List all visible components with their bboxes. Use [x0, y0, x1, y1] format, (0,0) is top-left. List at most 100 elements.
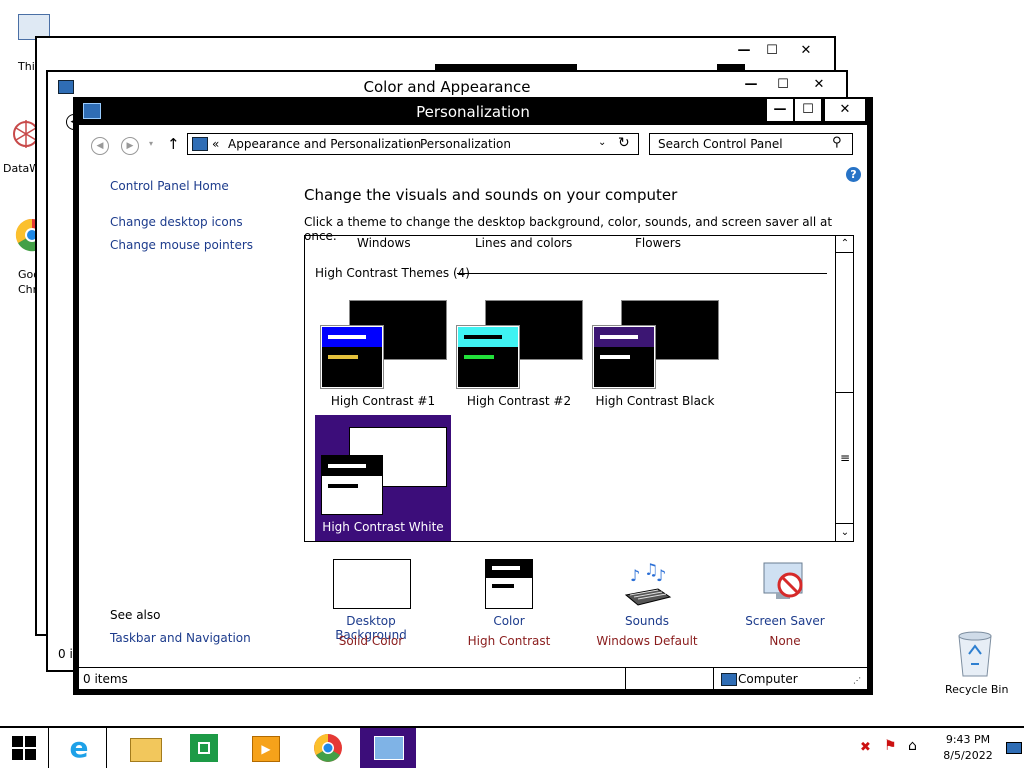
theme-high-contrast-1[interactable]: High Contrast #1	[315, 298, 451, 412]
taskbar-internet-explorer[interactable]: e	[50, 728, 107, 768]
breadcrumb-personalization[interactable]: Personalization	[420, 137, 511, 151]
theme-label: High Contrast White	[322, 520, 444, 534]
color-preview-bar	[492, 566, 520, 570]
recycle-bin-icon	[958, 631, 992, 677]
item-count: 0 items	[83, 672, 128, 686]
computer-icon	[721, 673, 737, 686]
sounds-value: Windows Default	[596, 634, 698, 648]
scroll-thumb[interactable]: ≡	[836, 392, 853, 524]
theme-high-contrast-white[interactable]: High Contrast White	[315, 415, 451, 541]
maximize-button[interactable]: ☐	[770, 74, 796, 96]
maximize-button[interactable]: ☐	[795, 99, 821, 121]
show-desktop-icon[interactable]	[1006, 742, 1022, 754]
up-button[interactable]: ↑	[167, 135, 180, 153]
color-link[interactable]: Color	[449, 614, 569, 628]
store-icon	[190, 734, 218, 762]
sounds-setting[interactable]: ♪ ♫ ♪ Sounds Windows Default	[587, 559, 707, 649]
close-button[interactable]: ✕	[825, 99, 865, 121]
screen-saver-link[interactable]: Screen Saver	[725, 614, 845, 628]
desktop-icon-label: Recycle Bin	[945, 683, 1009, 696]
color-setting[interactable]: Color High Contrast	[449, 559, 569, 649]
taskbar-chrome[interactable]	[300, 728, 356, 768]
scroll-up-button[interactable]: ⌃	[836, 236, 853, 253]
close-button[interactable]: ✕	[793, 40, 819, 62]
refresh-icon[interactable]: ↻	[618, 135, 630, 151]
change-desktop-icons-link[interactable]: Change desktop icons	[110, 215, 243, 229]
theme-preview-bar	[464, 335, 502, 339]
desktop-icon-datawrapper[interactable]: DataW	[0, 110, 40, 180]
theme-label-flowers[interactable]: Flowers	[635, 236, 681, 250]
sounds-icon: ♪ ♫ ♪	[624, 560, 672, 606]
solid-color-swatch	[333, 559, 411, 609]
forward-button[interactable]: ▶	[121, 137, 139, 155]
address-dropdown-icon[interactable]: ⌄	[598, 137, 606, 148]
status-location: Computer	[738, 672, 798, 686]
change-mouse-pointers-link[interactable]: Change mouse pointers	[110, 238, 253, 252]
control-panel-home-link[interactable]: Control Panel Home	[110, 179, 229, 193]
address-bar[interactable]: « Appearance and Personalization › Perso…	[187, 133, 639, 155]
scroll-down-button[interactable]: ⌄	[836, 524, 853, 541]
taskbar-media-player[interactable]: ▶	[238, 728, 294, 768]
folder-icon	[130, 738, 162, 762]
clock-time: 9:43 PM	[945, 733, 991, 746]
theme-preview-window	[592, 325, 656, 389]
window-title: Personalization	[416, 103, 530, 121]
start-button[interactable]	[0, 728, 49, 768]
resize-grip-icon[interactable]: ⋰	[853, 676, 861, 685]
theme-high-contrast-black[interactable]: High Contrast Black	[587, 298, 723, 412]
desktop-icon-recycle-bin[interactable]: Recycle Bin	[940, 630, 1010, 700]
sounds-link[interactable]: Sounds	[587, 614, 707, 628]
personalization-window[interactable]: Personalization — ☐ ✕ ◀ ▶ ▾ ↑ « Appearan…	[73, 97, 873, 695]
breadcrumb-separator[interactable]: ›	[406, 137, 411, 151]
theme-high-contrast-2[interactable]: High Contrast #2	[451, 298, 587, 412]
internet-explorer-icon: e	[69, 731, 89, 764]
minimize-button[interactable]: —	[767, 99, 793, 121]
clock-date: 8/5/2022	[943, 749, 993, 762]
breadcrumb-appearance[interactable]: Appearance and Personalization	[228, 137, 421, 151]
help-icon[interactable]: ?	[846, 167, 861, 182]
search-box[interactable]: Search Control Panel ⚲	[649, 133, 853, 155]
recent-pages-dropdown[interactable]: ▾	[149, 139, 153, 148]
theme-preview-bar	[328, 355, 358, 359]
theme-preview-bar	[464, 355, 494, 359]
theme-label-windows[interactable]: Windows	[357, 236, 411, 250]
minimize-button[interactable]: —	[738, 74, 764, 96]
search-icon[interactable]: ⚲	[832, 135, 842, 150]
desktop-background-setting[interactable]: Desktop Background Solid Color	[309, 559, 433, 649]
minimize-button[interactable]: —	[731, 40, 757, 62]
client-area: ◀ ▶ ▾ ↑ « Appearance and Personalization…	[79, 125, 867, 690]
theme-label: High Contrast #2	[466, 394, 572, 408]
status-divider	[713, 668, 714, 690]
screen-saver-setting[interactable]: Screen Saver None	[725, 559, 845, 649]
chrome-icon	[314, 734, 342, 762]
theme-preview-bar	[328, 464, 366, 468]
back-button[interactable]: ◀	[91, 137, 109, 155]
clock[interactable]: 9:43 PM 8/5/2022	[936, 732, 1000, 766]
theme-label-lines-colors[interactable]: Lines and colors	[475, 236, 572, 250]
theme-preview-bar	[328, 484, 358, 488]
breadcrumb-chevron[interactable]: «	[212, 137, 219, 151]
color-value: High Contrast	[467, 634, 551, 648]
taskbar-control-panel[interactable]	[360, 728, 416, 768]
control-panel-icon	[192, 137, 208, 151]
theme-preview-window	[456, 325, 520, 389]
close-button[interactable]: ✕	[806, 74, 832, 96]
taskbar-store[interactable]	[178, 728, 234, 768]
network-icon[interactable]: ✖	[860, 740, 878, 756]
search-placeholder: Search Control Panel	[658, 137, 783, 151]
maximize-button[interactable]: ☐	[759, 40, 785, 62]
theme-list[interactable]: Windows Lines and colors Flowers High Co…	[304, 235, 854, 542]
taskbar-navigation-link[interactable]: Taskbar and Navigation	[110, 631, 251, 645]
theme-list-scrollbar[interactable]: ⌃ ≡ ⌄	[835, 236, 853, 541]
media-player-icon: ▶	[252, 736, 280, 762]
group-header: High Contrast Themes (4)	[315, 266, 470, 280]
volume-icon[interactable]: ⌂	[908, 738, 926, 756]
theme-preview-window	[320, 325, 384, 389]
store-icon-grid	[198, 742, 210, 754]
taskbar-file-explorer[interactable]	[118, 728, 174, 768]
status-divider	[625, 668, 626, 690]
screen-saver-value: None	[769, 634, 801, 648]
theme-label: High Contrast Black	[595, 394, 715, 408]
control-panel-icon	[374, 736, 404, 760]
action-center-icon[interactable]: ⚑	[884, 738, 902, 756]
